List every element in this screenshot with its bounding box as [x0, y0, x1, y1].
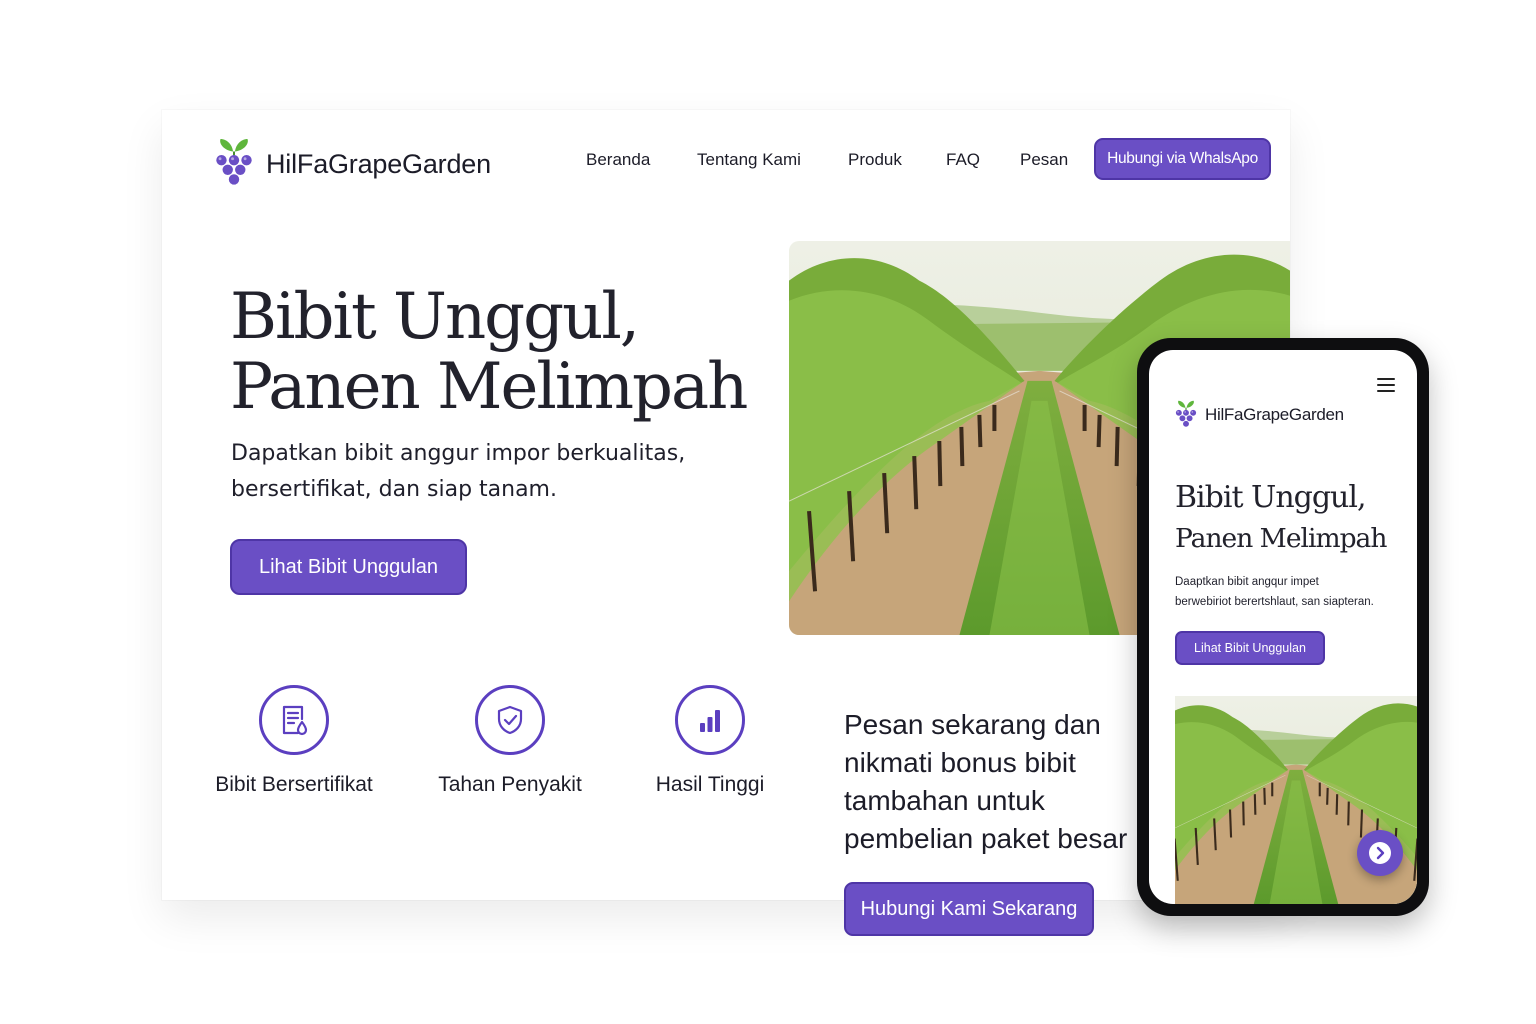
mobile-view-seedlings-button[interactable]: Lihat Bibit Unggulan [1175, 631, 1325, 665]
mobile-phone-mockup: HilFaGrapeGarden Bibit Unggul, Panen Mel… [1137, 338, 1429, 916]
next-button[interactable] [1357, 830, 1403, 876]
nav-item-beranda[interactable]: Beranda [586, 150, 650, 170]
chevron-right-icon [1369, 842, 1391, 864]
contact-now-button[interactable]: Hubungi Kami Sekarang [844, 882, 1094, 936]
brand-name: HilFaGrapeGarden [266, 148, 491, 179]
hero-title-line1: Bibit Unggul, [230, 280, 640, 354]
mobile-subtitle-line1: Daaptkan bibit angqur impet [1175, 576, 1319, 588]
hamburger-menu-icon[interactable] [1377, 378, 1395, 392]
feature-disease-resistant: Tahan Penyakit [410, 685, 610, 797]
feature-high-yield: Hasil Tinggi [610, 685, 810, 797]
feature-label: Hasil Tinggi [655, 773, 765, 796]
promo-line1: Pesan sekarang dan [844, 709, 1101, 740]
feature-certified: Bibit Bersertifikat [194, 685, 394, 797]
grape-logo-icon [214, 138, 254, 190]
whatsapp-contact-button[interactable]: Hubungi via WhalsApo [1094, 138, 1271, 180]
certificate-icon [259, 685, 329, 755]
mobile-subtitle-line2: berwebiriot berertshlaut, san siapteran. [1175, 596, 1374, 608]
nav-item-produk[interactable]: Produk [848, 150, 902, 170]
nav-item-faq[interactable]: FAQ [946, 150, 980, 170]
mobile-hero-subtitle: Daaptkan bibit angqur impet berwebiriot … [1175, 572, 1411, 612]
mobile-hero-title: Bibit Unggul, Panen Melimpah [1175, 478, 1415, 559]
promo-line2: nikmati bonus bibit [844, 747, 1076, 778]
hero-title-line2: Panen Melimpah [230, 350, 748, 424]
brand-logo[interactable]: HilFaGrapeGarden [214, 138, 491, 190]
bar-chart-icon [675, 685, 745, 755]
mobile-brand-logo[interactable]: HilFaGrapeGarden [1175, 400, 1344, 430]
feature-label: Bibit Bersertifikat [215, 773, 373, 796]
hero-subtitle: Dapatkan bibit anggur impor berkualitas,… [231, 436, 711, 508]
nav-item-pesan[interactable]: Pesan [1020, 150, 1068, 170]
hero-subtitle-line2: bersertifikat, dan siap tanam. [231, 477, 557, 502]
mobile-brand-name: HilFaGrapeGarden [1205, 405, 1344, 424]
promo-text: Pesan sekarang dan nikmati bonus bibit t… [844, 706, 1144, 858]
promo-line4: pembelian paket besar [844, 823, 1128, 854]
feature-label: Tahan Penyakit [438, 773, 582, 796]
mobile-screen: HilFaGrapeGarden Bibit Unggul, Panen Mel… [1149, 350, 1417, 904]
nav-item-tentang-kami[interactable]: Tentang Kami [697, 150, 801, 170]
view-seedlings-button[interactable]: Lihat Bibit Unggulan [230, 539, 467, 595]
hero-subtitle-line1: Dapatkan bibit anggur impor berkualitas, [231, 441, 686, 466]
mobile-hero-title-line1: Bibit Unggul, [1175, 480, 1366, 515]
hero-title: Bibit Unggul, Panen Melimpah [230, 282, 790, 422]
mobile-hero-title-line2: Panen Melimpah [1175, 523, 1387, 554]
promo-line3: tambahan untuk [844, 785, 1045, 816]
shield-check-icon [475, 685, 545, 755]
grape-logo-icon [1175, 400, 1197, 430]
